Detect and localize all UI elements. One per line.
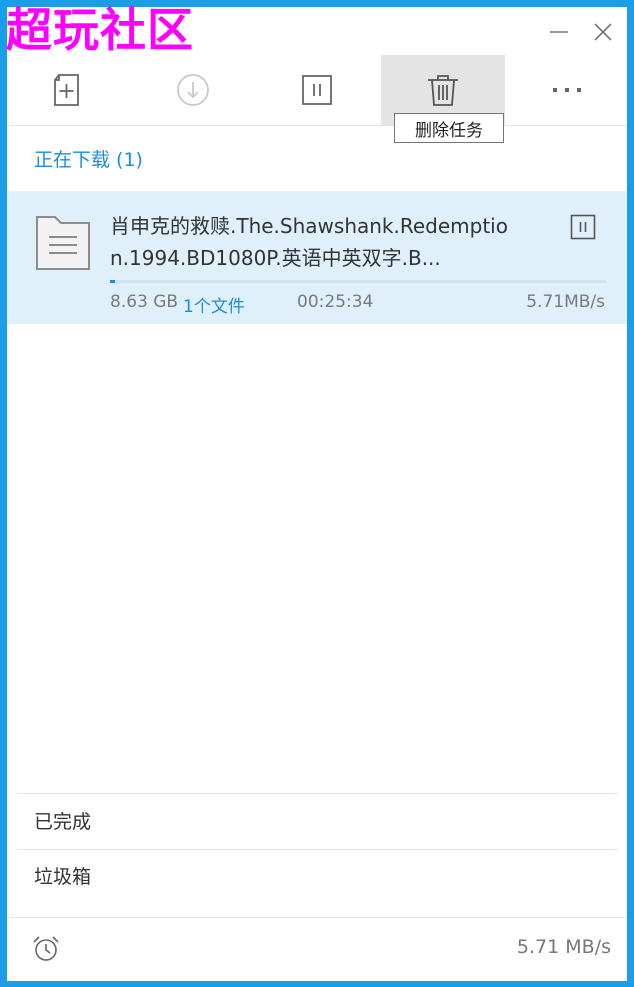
task-progress-bar [110, 280, 606, 283]
pause-icon [570, 214, 596, 240]
task-size: 8.63 GB [110, 292, 179, 312]
task-progress-fill [110, 280, 115, 283]
pause-icon [302, 75, 332, 105]
task-speed: 5.71MB/s [526, 292, 605, 312]
downloading-header[interactable]: 正在下载 (1) [34, 145, 143, 172]
alarm-clock-button[interactable] [31, 934, 61, 968]
task-remaining-time: 00:25:34 [297, 292, 374, 312]
document-icon [36, 216, 90, 270]
close-icon [594, 23, 612, 41]
task-pause-button[interactable] [570, 214, 596, 240]
completed-tab[interactable]: 已完成 [34, 807, 91, 834]
more-button[interactable] [505, 55, 627, 125]
download-circle-icon [177, 74, 209, 106]
trash-tab[interactable]: 垃圾箱 [34, 862, 91, 889]
close-button[interactable] [589, 19, 617, 45]
new-task-button[interactable] [7, 55, 131, 125]
minimize-button[interactable] [545, 19, 573, 45]
minimize-icon [550, 31, 568, 33]
start-download-button[interactable] [131, 55, 255, 125]
total-speed: 5.71 MB/s [516, 936, 611, 958]
delete-task-tooltip: 删除任务 [394, 113, 504, 143]
task-files-link[interactable]: 1个文件 [183, 292, 245, 317]
footer-divider [7, 917, 627, 918]
pause-all-button[interactable] [255, 55, 379, 125]
trash-icon [428, 75, 458, 106]
divider [17, 849, 619, 850]
task-file-name: 肖申克的救赎.The.Shawshank.Redemption.1994.BD1… [110, 214, 508, 270]
download-window: 删除任务 正在下载 (1) 肖申克的救赎.The.Shawshank.Redem… [7, 7, 627, 981]
download-task-row[interactable]: 肖申克的救赎.The.Shawshank.Redemption.1994.BD1… [7, 191, 627, 324]
new-file-icon [54, 74, 79, 106]
divider [17, 793, 619, 794]
alarm-clock-icon [33, 936, 59, 961]
more-icon [553, 88, 581, 92]
toolbar [7, 55, 627, 126]
watermark: 超玩社区 [6, 3, 194, 57]
